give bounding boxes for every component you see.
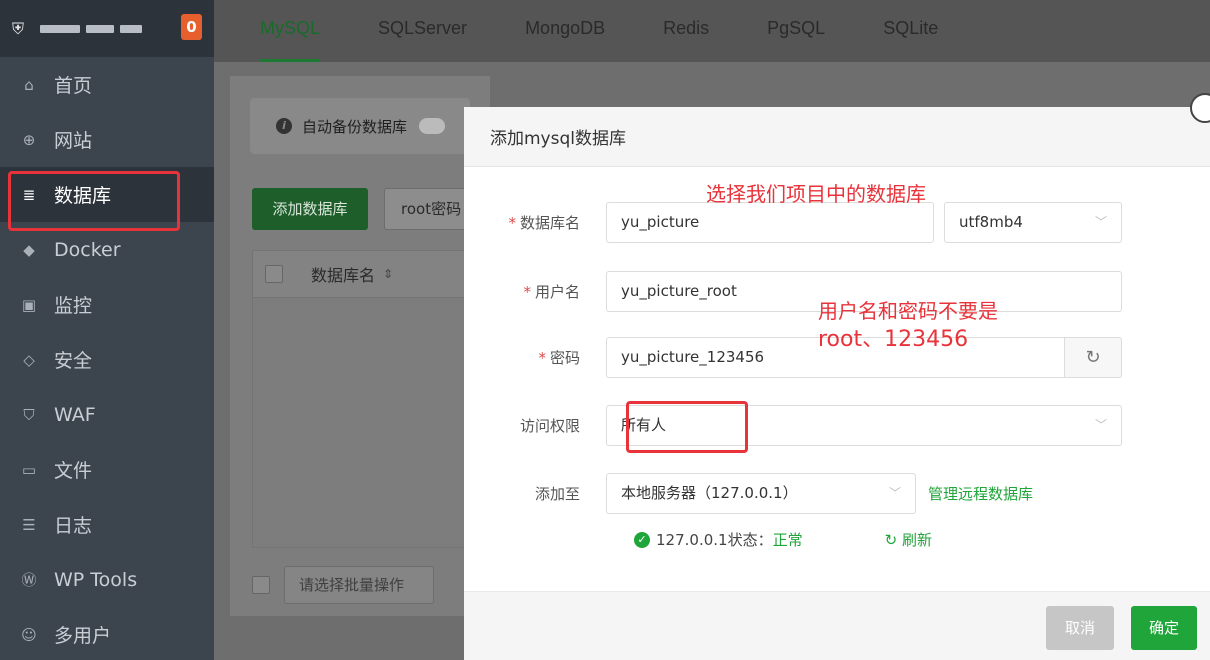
refresh-label: 刷新 — [901, 531, 932, 549]
manage-remote-db-link[interactable]: 管理远程数据库 — [928, 483, 1033, 504]
sidebar-item-label: 日志 — [54, 515, 93, 537]
sidebar-item-files[interactable]: ▭ 文件 — [0, 442, 214, 497]
charset-value: utf8mb4 — [959, 213, 1023, 231]
bulk-action-select[interactable]: 请选择批量操作 — [284, 566, 434, 604]
docker-icon: ◆ — [23, 240, 35, 259]
select-all-checkbox[interactable] — [265, 265, 283, 283]
tab-redis[interactable]: Redis — [663, 0, 709, 62]
info-icon: i — [276, 118, 292, 134]
column-db-name[interactable]: 数据库名 — [311, 262, 375, 286]
sidebar-item-label: 安全 — [54, 350, 93, 372]
sidebar-item-security[interactable]: ◇ 安全 — [0, 332, 214, 387]
db-name-input[interactable]: yu_picture — [606, 202, 934, 243]
sidebar-item-logs[interactable]: ☰ 日志 — [0, 497, 214, 552]
table-body — [252, 298, 482, 548]
access-row: 访问权限 所有人 ﹀ — [464, 405, 1122, 446]
sidebar-item-monitor[interactable]: ▣ 监控 — [0, 277, 214, 332]
chevron-down-icon: ﹀ — [888, 486, 901, 500]
db-name-row: * 数据库名 yu_picture utf8mb4 ﹀ — [464, 202, 1122, 243]
sidebar-item-label: WAF — [54, 403, 96, 426]
monitor-icon: ▣ — [21, 295, 37, 314]
auto-backup-label: 自动备份数据库 — [302, 117, 408, 136]
server-name-blurred — [40, 24, 142, 33]
sidebar: ⛨ 0 ⌂ 首页 ⊕ 网站 ≣ 数据库 ◆ Docker ▣ 监控 ◇ 安全 ⛉ WAF ▭ 文… — [0, 0, 214, 660]
sort-icon[interactable]: ⇕ — [383, 267, 393, 281]
chevron-down-icon: ﹀ — [1094, 418, 1107, 432]
sidebar-item-label: 首页 — [54, 75, 93, 97]
username-label: * 用户名 — [523, 283, 580, 301]
sidebar-item-label: Docker — [54, 238, 121, 261]
folder-icon: ▭ — [21, 460, 37, 479]
add-database-button[interactable]: 添加数据库 — [252, 188, 368, 230]
sidebar-item-label: 文件 — [54, 460, 93, 482]
globe-icon: ⊕ — [22, 130, 36, 149]
users-icon: ☺ — [21, 625, 37, 644]
regenerate-password-button[interactable]: ↻ — [1065, 337, 1122, 378]
waf-icon: ⛉ — [23, 405, 35, 424]
add-to-label: 添加至 — [534, 485, 580, 503]
charset-select[interactable]: utf8mb4 ﹀ — [944, 202, 1122, 243]
chevron-down-icon: ﹀ — [1094, 215, 1107, 229]
tab-mysql[interactable]: MySQL — [260, 0, 321, 62]
db-type-tabbar: MySQL SQLServer MongoDB Redis PgSQL SQLi… — [214, 0, 1210, 62]
panel-logo-icon: ⛨ — [12, 18, 25, 38]
password-label: * 密码 — [538, 349, 580, 367]
server-select[interactable]: 本地服务器（127.0.0.1） ﹀ — [606, 473, 916, 514]
annotation-note-credentials-2: root、123456 — [818, 327, 969, 352]
password-row: * 密码 yu_picture_123456 ↻ — [464, 337, 1122, 378]
db-name-label: * 数据库名 — [508, 214, 580, 232]
dialog-title: 添加mysql数据库 — [464, 107, 1210, 167]
sidebar-nav: ⌂ 首页 ⊕ 网站 ≣ 数据库 ◆ Docker ▣ 监控 ◇ 安全 ⛉ WAF ▭ 文件 ☰ 日… — [0, 57, 214, 660]
username-row: * 用户名 yu_picture_root — [464, 271, 1122, 312]
annotation-note-database: 选择我们项目中的数据库 — [706, 182, 926, 206]
cancel-button[interactable]: 取消 — [1046, 606, 1114, 650]
tab-pgsql[interactable]: PgSQL — [767, 0, 825, 62]
status-value: 正常 — [772, 531, 803, 549]
wordpress-icon: Ⓦ — [21, 570, 37, 589]
sidebar-item-label: WP Tools — [54, 568, 138, 591]
shield-icon: ◇ — [23, 350, 35, 369]
home-icon: ⌂ — [24, 75, 34, 94]
annotation-box-sidebar — [8, 171, 180, 231]
server-status: ✓ 127.0.0.1状态： 正常 ↻ 刷新 — [634, 529, 932, 550]
access-label: 访问权限 — [519, 417, 580, 435]
check-circle-icon: ✓ — [634, 531, 650, 548]
root-password-button[interactable]: root密码 — [384, 188, 474, 230]
sidebar-item-multiuser[interactable]: ☺ 多用户 — [0, 607, 214, 660]
annotation-box-access — [626, 401, 748, 453]
sidebar-item-waf[interactable]: ⛉ WAF — [0, 387, 214, 442]
auto-backup-bar: i 自动备份数据库 — [250, 98, 470, 154]
sidebar-item-label: 多用户 — [54, 625, 112, 647]
auto-backup-toggle[interactable] — [419, 118, 446, 134]
sidebar-item-label: 监控 — [54, 295, 93, 317]
add-to-row: 添加至 本地服务器（127.0.0.1） ﹀ 管理远程数据库 — [464, 473, 1033, 514]
annotation-note-credentials-1: 用户名和密码不要是 — [818, 299, 998, 323]
server-value: 本地服务器（127.0.0.1） — [621, 484, 798, 502]
notification-badge[interactable]: 0 — [181, 14, 202, 40]
log-icon: ☰ — [22, 515, 36, 534]
sidebar-item-website[interactable]: ⊕ 网站 — [0, 112, 214, 167]
sidebar-item-home[interactable]: ⌂ 首页 — [0, 57, 214, 112]
bulk-checkbox[interactable] — [252, 576, 270, 594]
refresh-link[interactable]: ↻ 刷新 — [885, 529, 932, 550]
brand-bar: ⛨ 0 — [0, 0, 214, 57]
status-prefix: 127.0.0.1状态： — [656, 531, 773, 549]
dialog-footer: 取消 确定 — [464, 591, 1210, 660]
table-header: 数据库名 ⇕ — [252, 250, 482, 298]
bulk-actions: 请选择批量操作 — [252, 566, 434, 604]
refresh-icon: ↻ — [884, 531, 902, 549]
tab-sqlite[interactable]: SQLite — [883, 0, 938, 62]
database-panel: i 自动备份数据库 添加数据库 root密码 数据库名 ⇕ 请选择批量操作 — [230, 76, 490, 616]
sidebar-item-label: 网站 — [54, 130, 93, 152]
tab-mongodb[interactable]: MongoDB — [525, 0, 605, 62]
confirm-button[interactable]: 确定 — [1131, 606, 1197, 650]
sidebar-item-wptools[interactable]: Ⓦ WP Tools — [0, 552, 214, 607]
refresh-icon: ↻ — [1085, 347, 1101, 368]
tab-sqlserver[interactable]: SQLServer — [378, 0, 467, 62]
